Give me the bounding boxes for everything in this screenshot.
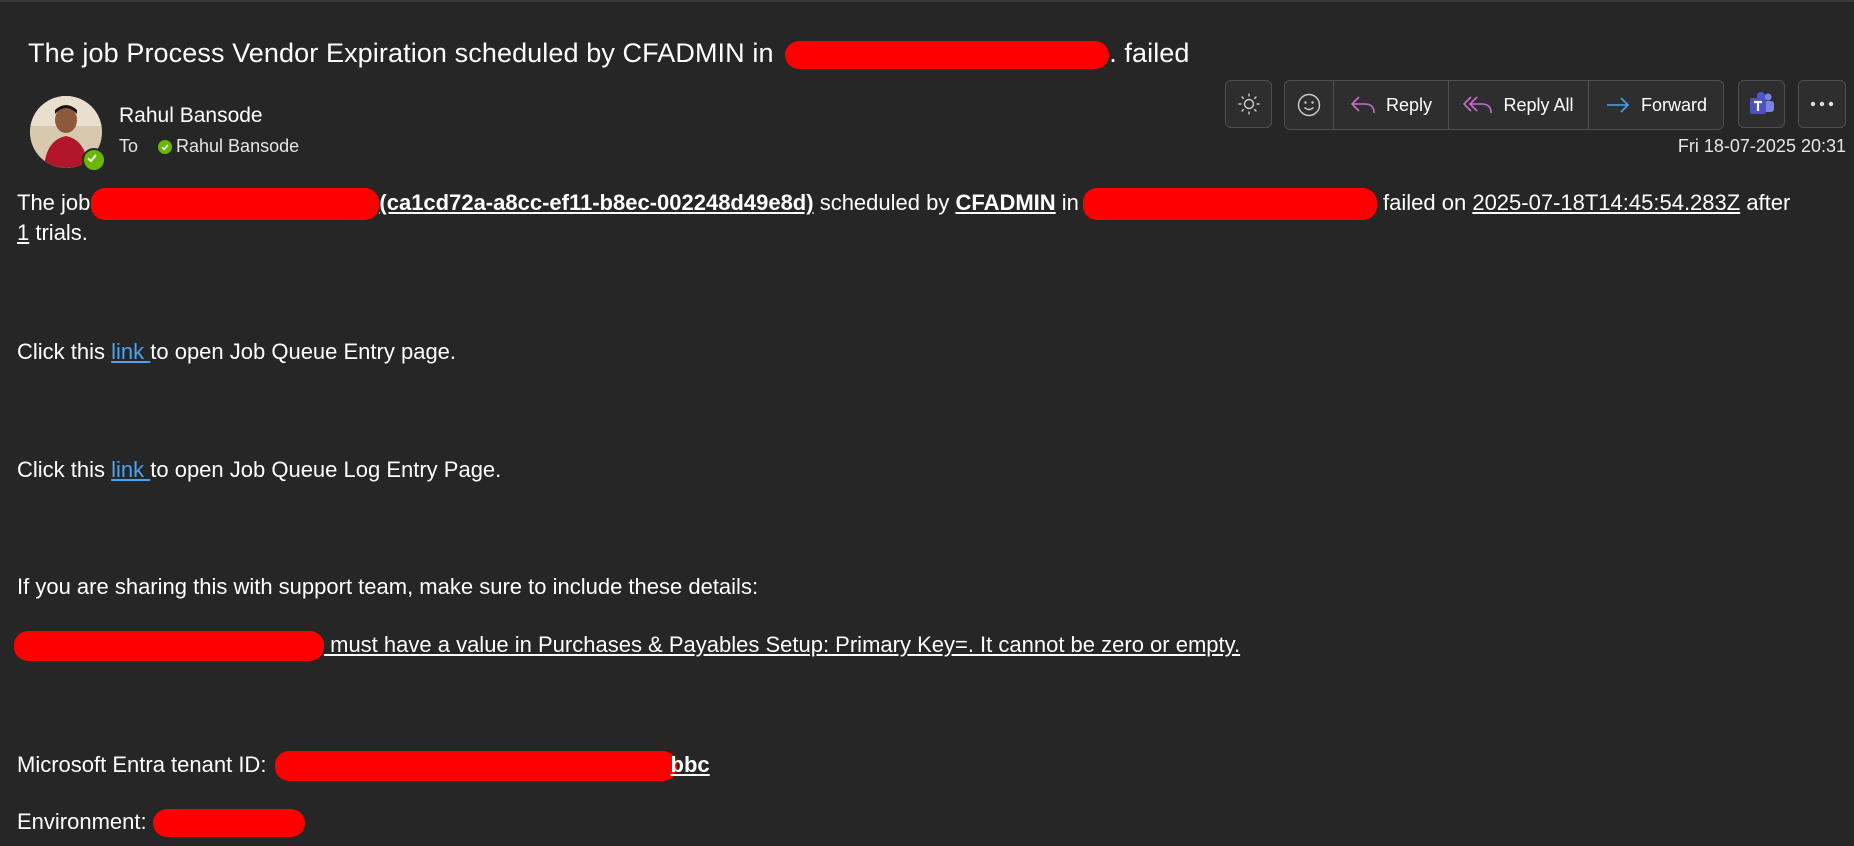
reply-icon bbox=[1350, 96, 1375, 114]
job-queue-entry-link[interactable]: link bbox=[111, 339, 150, 364]
trials-count[interactable]: 1 bbox=[17, 220, 29, 245]
recipient-row: To Rahul Bansode bbox=[119, 136, 299, 157]
failed-timestamp[interactable]: 2025-07-18T14:45:54.283Z bbox=[1472, 190, 1740, 215]
window-top-border bbox=[0, 0, 1854, 2]
body-paragraph-job-failed: The job (ca1cd72a-a8cc-ef11-b8ec-002248d4… bbox=[17, 188, 1790, 220]
more-options-button[interactable] bbox=[1798, 80, 1846, 128]
text: to open Job Queue Log Entry Page. bbox=[150, 457, 502, 482]
received-date: Fri 18-07-2025 20:31 bbox=[1677, 136, 1846, 156]
message-actions-group: Reply Reply All Forward bbox=[1284, 80, 1724, 130]
teams-share-button[interactable] bbox=[1738, 80, 1785, 128]
teams-icon bbox=[1749, 92, 1774, 114]
text: failed on bbox=[1376, 189, 1473, 215]
body-paragraph-tenant-id: Microsoft Entra tenant ID: bbc bbox=[17, 751, 710, 781]
reply-all-label: Reply All bbox=[1503, 94, 1574, 115]
environment-label: Environment: bbox=[17, 809, 153, 834]
sun-icon bbox=[1238, 93, 1259, 115]
body-paragraph-job-queue-log-link: Click this link to open Job Queue Log En… bbox=[17, 457, 501, 483]
text: to open Job Queue Entry page. bbox=[150, 339, 457, 364]
tenant-id-label: Microsoft Entra tenant ID: bbox=[17, 751, 273, 777]
body-paragraph-job-queue-link: Click this link to open Job Queue Entry … bbox=[17, 339, 456, 365]
job-queue-log-entry-link[interactable]: link bbox=[111, 457, 150, 482]
recipient-presence-icon bbox=[158, 139, 173, 154]
ellipsis-icon bbox=[1810, 101, 1834, 107]
to-label: To bbox=[119, 136, 139, 156]
error-message[interactable]: must have a value in Purchases & Payable… bbox=[324, 632, 1240, 657]
scheduled-by-user[interactable]: CFADMIN bbox=[955, 190, 1055, 215]
text: scheduled by bbox=[813, 189, 956, 215]
smiley-icon bbox=[1297, 93, 1321, 117]
brightness-toggle-button[interactable] bbox=[1225, 80, 1272, 128]
text: trials. bbox=[29, 220, 88, 245]
reply-label: Reply bbox=[1385, 94, 1433, 115]
reply-button[interactable]: Reply bbox=[1333, 81, 1448, 129]
text: The job bbox=[17, 189, 91, 215]
forward-arrow-icon bbox=[1606, 97, 1630, 113]
email-subject: The job Process Vendor Expiration schedu… bbox=[28, 38, 1190, 69]
text: after bbox=[1740, 189, 1791, 215]
reply-all-button[interactable]: Reply All bbox=[1448, 81, 1588, 129]
subject-prefix: The job Process Vendor Expiration schedu… bbox=[28, 38, 774, 68]
tenant-id-value[interactable]: bbc bbox=[671, 752, 710, 777]
redacted-block bbox=[1082, 188, 1377, 220]
text: in bbox=[1055, 189, 1079, 215]
redacted-block bbox=[91, 188, 380, 220]
redacted-block bbox=[152, 809, 305, 838]
job-id-link[interactable]: (ca1cd72a-a8cc-ef11-b8ec-002248d49e8d) bbox=[379, 190, 813, 215]
reply-all-icon bbox=[1463, 96, 1493, 114]
text: Click this bbox=[17, 339, 112, 364]
subject-suffix: . failed bbox=[1109, 38, 1190, 68]
body-paragraph-error-detail: must have a value in Purchases & Payable… bbox=[14, 631, 1240, 661]
presence-available-icon bbox=[82, 148, 106, 172]
recipient-name[interactable]: Rahul Bansode bbox=[176, 136, 299, 157]
body-paragraph-trials: 1 trials. bbox=[17, 220, 88, 246]
redacted-block bbox=[274, 751, 677, 781]
emoji-reaction-button[interactable] bbox=[1285, 81, 1333, 129]
forward-button[interactable]: Forward bbox=[1588, 81, 1723, 129]
sender-name[interactable]: Rahul Bansode bbox=[119, 104, 263, 128]
forward-label: Forward bbox=[1640, 94, 1707, 115]
body-paragraph-support-note: If you are sharing this with support tea… bbox=[17, 574, 759, 599]
redacted-block bbox=[785, 40, 1110, 69]
redacted-block bbox=[14, 631, 324, 661]
body-paragraph-environment: Environment: bbox=[17, 809, 305, 838]
text: Click this bbox=[17, 457, 112, 482]
